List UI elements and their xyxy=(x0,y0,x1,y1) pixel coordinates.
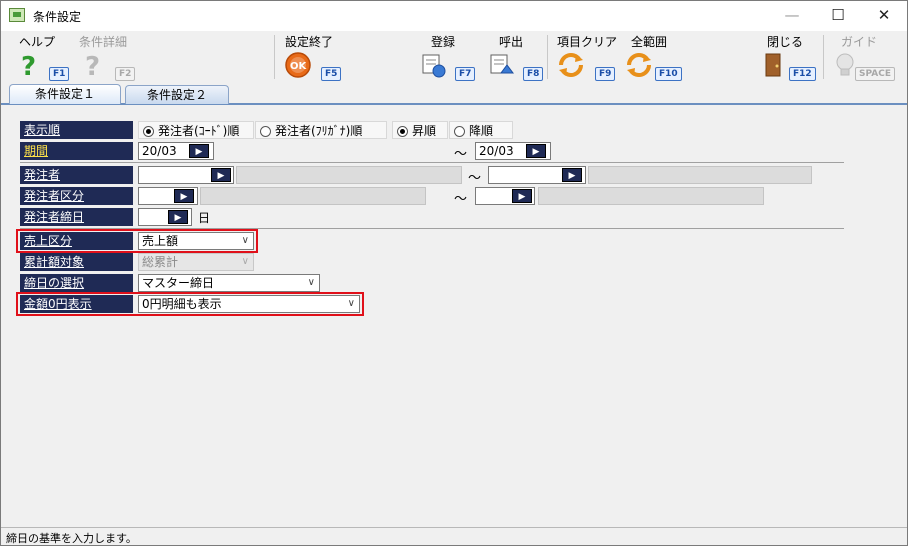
period-from-arrow-button[interactable]: ▶ xyxy=(189,144,209,158)
period-label: 期間 xyxy=(20,142,133,160)
clear-items-label: 項目クリア xyxy=(557,35,618,49)
question-disabled-icon: ? xyxy=(85,52,100,79)
toolbar-separator xyxy=(547,35,548,79)
radio-ascending-dot xyxy=(397,126,408,137)
closing-selection-select[interactable]: マスター締日 ∨ xyxy=(138,274,320,292)
full-range-label: 全範囲 xyxy=(631,35,668,49)
full-range-button[interactable]: 全範囲 F10 xyxy=(625,31,685,83)
radio-descending-dot xyxy=(454,126,465,137)
f1-key-badge: F1 xyxy=(49,67,70,81)
radio-sort-code-dot xyxy=(143,126,154,137)
ok-icon: OK xyxy=(285,52,311,78)
toolbar-separator xyxy=(823,35,824,79)
orderer-from-arrow-button[interactable]: ▶ xyxy=(211,168,231,182)
window: 条件設定 — ☐ ✕ ヘルプ ? F1 条件詳細 ? F2 設定終了 OK F5… xyxy=(0,0,908,546)
sales-category-highlight xyxy=(16,229,258,253)
orderer-category-tilde: ～ xyxy=(454,192,468,207)
radio-sort-kana-label: 発注者(ﾌﾘｶﾞﾅ)順 xyxy=(275,124,363,138)
finish-settings-button[interactable]: 設定終了 OK F5 xyxy=(285,31,355,83)
period-tilde: ～ xyxy=(454,147,468,162)
help-label: ヘルプ xyxy=(19,35,56,49)
clear-items-button[interactable]: 項目クリア F9 xyxy=(557,31,623,83)
toolbar-separator xyxy=(274,35,275,79)
refresh-icon xyxy=(559,53,583,77)
radio-ascending[interactable]: 昇順 xyxy=(392,121,448,139)
chevron-down-icon: ∨ xyxy=(241,256,249,267)
svg-text:OK: OK xyxy=(290,61,308,72)
svg-text:?: ? xyxy=(85,52,100,79)
space-key-badge: SPACE xyxy=(855,67,895,81)
period-to-value: 20/03 xyxy=(479,144,514,158)
orderer-closing-suffix: 日 xyxy=(198,211,211,225)
orderer-to-name-field xyxy=(588,166,812,184)
condition-detail-label: 条件詳細 xyxy=(79,35,128,49)
window-title: 条件設定 xyxy=(33,10,82,24)
recall-label: 呼出 xyxy=(499,35,524,49)
f9-key-badge: F9 xyxy=(595,67,616,81)
radio-sort-code-label: 発注者(ｺｰﾄﾞ)順 xyxy=(158,124,240,138)
orderer-tilde: ～ xyxy=(468,171,482,186)
radio-descending-label: 降順 xyxy=(469,124,494,138)
closing-selection-value: マスター締日 xyxy=(142,276,215,290)
register-button[interactable]: 登録 F7 xyxy=(419,31,479,83)
orderer-closing-label: 発注者締日 xyxy=(20,208,133,226)
status-bar: 締日の基準を入力します。 xyxy=(1,527,907,545)
orderer-to-arrow-button[interactable]: ▶ xyxy=(562,168,582,182)
zero-amount-highlight xyxy=(16,292,364,316)
close-button[interactable]: 閉じる F12 xyxy=(761,31,821,83)
question-icon: ? xyxy=(21,52,36,79)
cumulative-target-select: 総累計 ∨ xyxy=(138,253,254,271)
f10-key-badge: F10 xyxy=(655,67,682,81)
sort-order-label: 表示順 xyxy=(20,121,133,139)
orderer-category-from-name-field xyxy=(200,187,426,205)
svg-text:?: ? xyxy=(21,52,36,79)
orderer-from-name-field xyxy=(236,166,462,184)
close-window-button[interactable]: ✕ xyxy=(861,1,907,31)
closing-selection-label: 締日の選択 xyxy=(20,274,133,292)
guide-label: ガイド xyxy=(841,35,878,49)
title-bar: 条件設定 — ☐ ✕ xyxy=(1,1,907,31)
register-icon xyxy=(422,54,446,78)
period-from-value: 20/03 xyxy=(142,144,177,158)
minimize-button[interactable]: — xyxy=(769,1,815,31)
f5-key-badge: F5 xyxy=(321,67,342,81)
maximize-button[interactable]: ☐ xyxy=(815,1,861,31)
orderer-category-to-arrow-button[interactable]: ▶ xyxy=(512,189,532,203)
tab-condition-settings-1[interactable]: 条件設定１ xyxy=(9,84,121,104)
cumulative-target-value: 総累計 xyxy=(142,255,179,269)
toolbar: ヘルプ ? F1 条件詳細 ? F2 設定終了 OK F5 登録 F7 呼出 F… xyxy=(1,31,907,83)
tab-condition-settings-2[interactable]: 条件設定２ xyxy=(125,85,229,104)
f2-key-badge: F2 xyxy=(115,67,136,81)
orderer-label: 発注者 xyxy=(20,166,133,184)
door-icon xyxy=(765,53,781,77)
radio-sort-kana[interactable]: 発注者(ﾌﾘｶﾞﾅ)順 xyxy=(255,121,387,139)
orderer-category-from-arrow-button[interactable]: ▶ xyxy=(174,189,194,203)
radio-ascending-label: 昇順 xyxy=(412,124,437,138)
radio-descending[interactable]: 降順 xyxy=(449,121,513,139)
cumulative-target-label: 累計額対象 xyxy=(20,253,133,271)
f8-key-badge: F8 xyxy=(523,67,544,81)
f12-key-badge: F12 xyxy=(789,67,816,81)
condition-detail-button[interactable]: 条件詳細 ? F2 xyxy=(79,31,139,83)
orderer-closing-arrow-button[interactable]: ▶ xyxy=(168,210,188,224)
app-icon xyxy=(9,8,25,22)
recall-button[interactable]: 呼出 F8 xyxy=(487,31,547,83)
recall-icon xyxy=(490,54,514,74)
status-text: 締日の基準を入力します。 xyxy=(6,532,137,545)
chevron-down-icon: ∨ xyxy=(307,277,315,288)
period-to-arrow-button[interactable]: ▶ xyxy=(526,144,546,158)
radio-sort-code[interactable]: 発注者(ｺｰﾄﾞ)順 xyxy=(138,121,254,139)
guide-button[interactable]: ガイド SPACE xyxy=(833,31,897,83)
f7-key-badge: F7 xyxy=(455,67,476,81)
full-range-refresh-icon xyxy=(627,53,651,77)
divider xyxy=(20,162,844,163)
form-panel: 表示順 発注者(ｺｰﾄﾞ)順 発注者(ﾌﾘｶﾞﾅ)順 昇順 降順 期間 20/0… xyxy=(2,105,907,527)
radio-sort-kana-dot xyxy=(260,126,271,137)
finish-settings-label: 設定終了 xyxy=(285,35,334,49)
register-label: 登録 xyxy=(431,35,456,49)
orderer-category-to-name-field xyxy=(538,187,764,205)
orderer-category-label: 発注者区分 xyxy=(20,187,133,205)
close-label: 閉じる xyxy=(767,35,804,49)
help-button[interactable]: ヘルプ ? F1 xyxy=(19,31,79,83)
